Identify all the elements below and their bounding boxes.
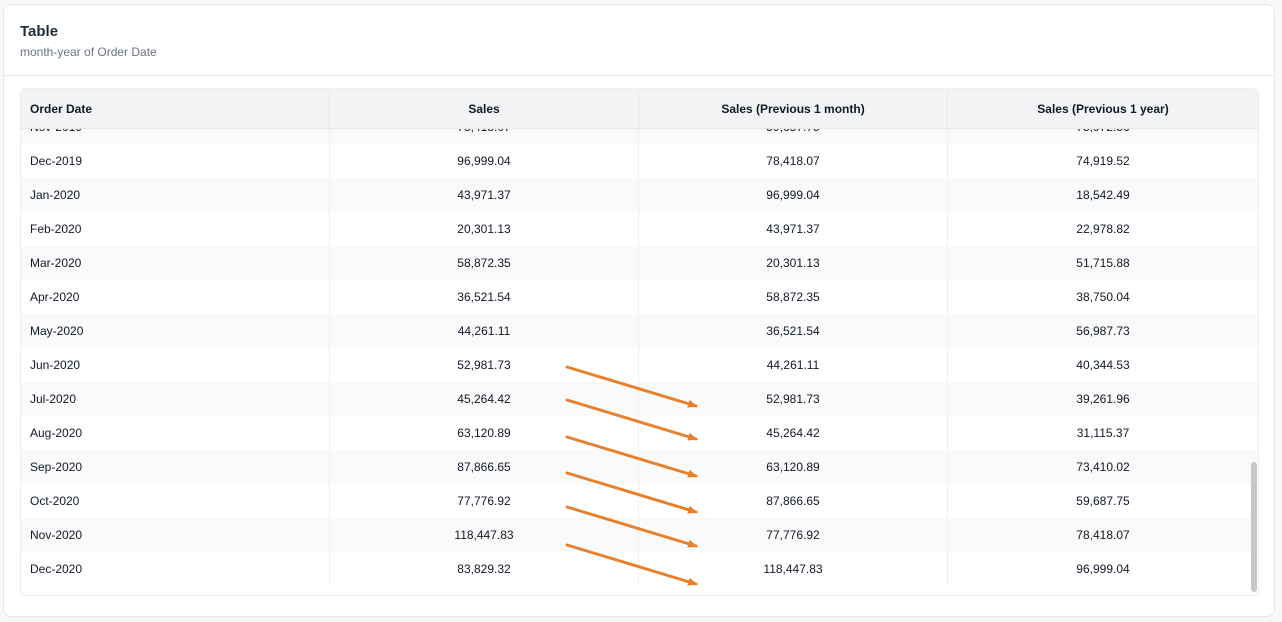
order-date-cell: Mar-2020 bbox=[21, 246, 330, 280]
order-date-cell: Apr-2020 bbox=[21, 280, 330, 314]
sales-prev-month-cell: 118,447.83 bbox=[639, 552, 948, 586]
data-table: Order Date Sales Sales (Previous 1 month… bbox=[20, 88, 1259, 596]
sales-prev-year-cell: 59,687.75 bbox=[1076, 494, 1130, 508]
card-subtitle: month-year of Order Date bbox=[20, 45, 157, 59]
sales-prev-month-cell: 63,120.89 bbox=[639, 450, 948, 484]
column-header-sales-prev-year[interactable]: Sales (Previous 1 year) bbox=[948, 89, 1258, 129]
column-header-sales[interactable]: Sales bbox=[330, 89, 639, 129]
card-header: Table month-year of Order Date bbox=[4, 5, 1274, 76]
sales-cell: 96,999.04 bbox=[330, 144, 639, 178]
sales-prev-month-cell: 77,776.92 bbox=[639, 518, 948, 552]
scrollbar-thumb[interactable] bbox=[1251, 462, 1257, 592]
sales-prev-year-cell: 39,261.96 bbox=[1076, 392, 1130, 406]
order-date-cell: Nov-2020 bbox=[21, 518, 330, 552]
table-row: Apr-2020 36,521.54 58,872.35 38,750.04 bbox=[21, 280, 1258, 314]
table-row: Jul-2020 45,264.42 52,981.73 39,261.96 bbox=[21, 382, 1258, 416]
sales-prev-year-cell: 75,972.56 bbox=[948, 129, 1258, 144]
column-header-order-date[interactable]: Order Date bbox=[21, 89, 330, 129]
sales-prev-year-cell: 22,978.82 bbox=[1076, 222, 1130, 236]
order-date-cell: Dec-2020 bbox=[21, 552, 330, 586]
sales-prev-year-cell: 96,999.04 bbox=[1076, 562, 1130, 576]
table-row: Mar-2020 58,872.35 20,301.13 51,715.88 bbox=[21, 246, 1258, 280]
sales-prev-year-cell: 18,542.49 bbox=[1076, 188, 1130, 202]
sales-prev-year-cell: 56,987.73 bbox=[1076, 324, 1130, 338]
sales-cell: 36,521.54 bbox=[330, 280, 639, 314]
sales-cell: 45,264.42 bbox=[330, 382, 639, 416]
sales-prev-month-cell: 43,971.37 bbox=[639, 212, 948, 246]
table-rows: Nov-201978,418.0759,687.7575,972.56Dec-2… bbox=[21, 129, 1258, 586]
sales-prev-month-cell: 44,261.11 bbox=[639, 348, 948, 382]
order-date-cell: Nov-2019 bbox=[21, 129, 330, 144]
order-date-cell: Sep-2020 bbox=[21, 450, 330, 484]
sales-cell: 43,971.37 bbox=[330, 178, 639, 212]
sales-prev-year-cell: 38,750.04 bbox=[1076, 290, 1130, 304]
sales-cell: 52,981.73 bbox=[330, 348, 639, 382]
sales-prev-month-cell: 45,264.42 bbox=[639, 416, 948, 450]
sales-cell: 118,447.83 bbox=[330, 518, 639, 552]
sales-cell: 78,418.07 bbox=[330, 129, 639, 144]
order-date-cell: May-2020 bbox=[21, 314, 330, 348]
table-row: May-2020 44,261.11 36,521.54 56,987.73 bbox=[21, 314, 1258, 348]
sales-cell: 87,866.65 bbox=[330, 450, 639, 484]
table-row: Sep-2020 87,866.65 63,120.89 73,410.02 bbox=[21, 450, 1258, 484]
sales-cell: 63,120.89 bbox=[330, 416, 639, 450]
table-row: Jun-2020 52,981.73 44,261.11 40,344.53 bbox=[21, 348, 1258, 382]
sales-prev-month-cell: 59,687.75 bbox=[639, 129, 948, 144]
table-row: Nov-201978,418.0759,687.7575,972.56 bbox=[21, 129, 1258, 144]
table-row: Nov-2020 118,447.83 77,776.92 78,418.07 bbox=[21, 518, 1258, 552]
sales-prev-month-cell: 87,866.65 bbox=[639, 484, 948, 518]
table-row: Oct-2020 77,776.92 87,866.65 59,687.75 bbox=[21, 484, 1258, 518]
column-header-sales-prev-month[interactable]: Sales (Previous 1 month) bbox=[639, 89, 948, 129]
sales-cell: 44,261.11 bbox=[330, 314, 639, 348]
sales-cell: 77,776.92 bbox=[330, 484, 639, 518]
table-header-row: Order Date Sales Sales (Previous 1 month… bbox=[21, 89, 1258, 129]
sales-prev-year-cell: 73,410.02 bbox=[1076, 460, 1130, 474]
sales-prev-year-cell: 31,115.37 bbox=[1076, 426, 1130, 440]
order-date-cell: Jun-2020 bbox=[21, 348, 330, 382]
table-row: Dec-2020 83,829.32 118,447.83 96,999.04 bbox=[21, 552, 1258, 586]
order-date-cell: Oct-2020 bbox=[21, 484, 330, 518]
table-card: Table month-year of Order Date Order Dat… bbox=[3, 4, 1275, 617]
table-body[interactable]: Nov-201978,418.0759,687.7575,972.56Dec-2… bbox=[21, 129, 1258, 595]
order-date-cell: Feb-2020 bbox=[21, 212, 330, 246]
table-row: Dec-2019 96,999.04 78,418.07 74,919.52 bbox=[21, 144, 1258, 178]
order-date-cell: Dec-2019 bbox=[21, 144, 330, 178]
sales-prev-year-cell: 78,418.07 bbox=[1076, 528, 1130, 542]
sales-prev-month-cell: 36,521.54 bbox=[639, 314, 948, 348]
sales-prev-month-cell: 20,301.13 bbox=[639, 246, 948, 280]
sales-prev-month-cell: 96,999.04 bbox=[639, 178, 948, 212]
sales-prev-year-cell: 74,919.52 bbox=[1076, 154, 1130, 168]
sales-prev-year-cell: 40,344.53 bbox=[1076, 358, 1130, 372]
sales-prev-year-cell: 51,715.88 bbox=[1076, 256, 1130, 270]
card-title: Table bbox=[20, 23, 59, 40]
vertical-scrollbar[interactable] bbox=[1251, 129, 1257, 595]
table-row: Feb-2020 20,301.13 43,971.37 22,978.82 bbox=[21, 212, 1258, 246]
order-date-cell: Aug-2020 bbox=[21, 416, 330, 450]
table-row: Aug-2020 63,120.89 45,264.42 31,115.37 bbox=[21, 416, 1258, 450]
table-row: Jan-2020 43,971.37 96,999.04 18,542.49 bbox=[21, 178, 1258, 212]
sales-cell: 20,301.13 bbox=[330, 212, 639, 246]
sales-cell: 83,829.32 bbox=[330, 552, 639, 586]
sales-cell: 58,872.35 bbox=[330, 246, 639, 280]
order-date-cell: Jan-2020 bbox=[21, 178, 330, 212]
sales-prev-month-cell: 52,981.73 bbox=[639, 382, 948, 416]
sales-prev-month-cell: 58,872.35 bbox=[639, 280, 948, 314]
order-date-cell: Jul-2020 bbox=[21, 382, 330, 416]
sales-prev-month-cell: 78,418.07 bbox=[639, 144, 948, 178]
